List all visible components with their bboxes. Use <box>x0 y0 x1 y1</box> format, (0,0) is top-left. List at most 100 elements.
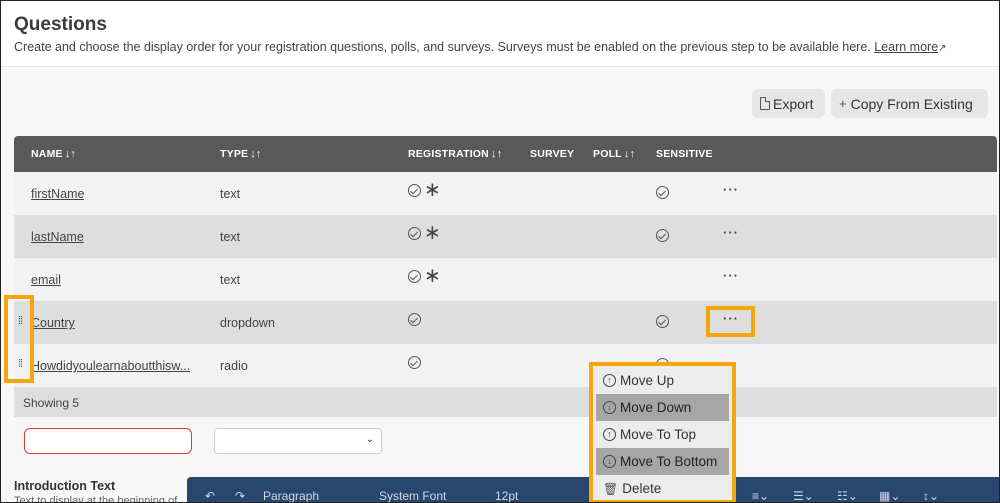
external-link-icon: ↗ <box>938 43 947 54</box>
subtitle-text: Create and choose the display order for … <box>14 40 871 54</box>
sensitive-cell <box>656 315 669 333</box>
name-filter-input[interactable] <box>24 428 192 454</box>
row-count-footer: Showing 5 <box>14 387 997 417</box>
trash-icon: 🗑 <box>603 481 619 496</box>
question-type: text <box>220 230 241 244</box>
registration-cell: ∗ <box>408 222 441 244</box>
column-name[interactable]: NAME ↓↑ <box>31 148 76 160</box>
redo-icon[interactable]: ↷ <box>235 489 245 502</box>
intro-text-description: Text to display at the beginning of <box>14 495 178 503</box>
column-type[interactable]: TYPE ↓↑ <box>220 148 262 160</box>
align-icon[interactable]: ≡⌄ <box>752 489 769 502</box>
page-subtitle: Create and choose the display order for … <box>14 40 948 54</box>
showing-count: Showing 5 <box>23 396 80 410</box>
sensitive-cell <box>656 186 669 204</box>
check-circle-icon <box>656 315 669 328</box>
delete-item[interactable]: 🗑 Delete <box>596 475 729 502</box>
column-survey-label: SURVEY <box>530 148 575 160</box>
move-up-item[interactable]: ↑ Move Up <box>596 367 729 394</box>
bullet-list-icon[interactable]: ☷⌄ <box>837 489 858 502</box>
table-row: firstName text ∗ ··· <box>14 172 997 215</box>
check-circle-icon <box>656 229 669 242</box>
table-row: ⁞⁞ Howdidyoulearnaboutthisw... radio <box>14 344 997 387</box>
check-circle-icon <box>656 186 669 199</box>
question-name-link[interactable]: firstName <box>31 187 84 201</box>
question-type: dropdown <box>220 316 275 330</box>
column-poll-label: POLL <box>593 148 622 160</box>
required-asterisk-icon: ∗ <box>424 222 441 244</box>
required-asterisk-icon: ∗ <box>424 179 441 201</box>
question-type: radio <box>220 359 248 373</box>
drag-handle-icon[interactable]: ⁞⁞ <box>18 315 23 327</box>
copy-label: Copy From Existing <box>850 95 973 112</box>
sensitive-cell <box>656 229 669 247</box>
paragraph-select[interactable]: Paragraph <box>263 489 319 502</box>
app-frame: Questions Create and choose the display … <box>0 0 1000 503</box>
line-height-icon[interactable]: ↕⌄ <box>923 489 939 502</box>
table-header: NAME ↓↑ TYPE ↓↑ REGISTRATION ↓↑ SURVEY POLL… <box>14 136 997 172</box>
export-label: Export <box>773 95 814 112</box>
drag-handle-icon[interactable]: ⁞⁞ <box>18 358 23 370</box>
sort-icon: ↓↑ <box>490 148 503 160</box>
page-header: Questions Create and choose the display … <box>1 1 999 67</box>
move-down-item[interactable]: ↓ Move Down <box>596 394 729 421</box>
table-icon[interactable]: ▦⌄ <box>879 489 900 502</box>
numbered-list-icon[interactable]: ☰⌄ <box>793 489 814 502</box>
learn-more-link[interactable]: Learn more <box>874 40 938 54</box>
more-actions-button[interactable]: ··· <box>723 225 739 240</box>
table-row: email text ∗ ··· <box>14 258 997 301</box>
check-circle-icon <box>408 356 421 369</box>
check-circle-icon <box>408 184 421 197</box>
undo-icon[interactable]: ↶ <box>205 489 215 502</box>
chevron-down-icon: ⌄ <box>365 434 374 445</box>
question-name-link[interactable]: lastName <box>31 230 84 244</box>
move-up-label: Move Up <box>620 373 675 388</box>
column-type-label: TYPE <box>220 148 249 160</box>
delete-label: Delete <box>622 481 662 496</box>
page-title: Questions <box>14 14 107 35</box>
more-actions-button[interactable]: ··· <box>723 182 739 197</box>
xls-file-icon <box>760 97 770 110</box>
move-to-top-label: Move To Top <box>620 427 697 442</box>
intro-text-title: Introduction Text <box>14 479 116 493</box>
type-filter-select[interactable]: ⌄ <box>214 428 382 454</box>
more-actions-button[interactable]: ··· <box>723 311 739 326</box>
column-registration[interactable]: REGISTRATION ↓↑ <box>408 148 502 160</box>
check-circle-icon <box>408 227 421 240</box>
column-sensitive: SENSITIVE <box>656 148 713 160</box>
registration-cell <box>408 313 421 326</box>
sort-icon: ↓↑ <box>250 148 262 160</box>
question-name-link[interactable]: Howdidyoulearnaboutthisw... <box>31 359 190 373</box>
column-registration-label: REGISTRATION <box>408 148 489 160</box>
question-name-link[interactable]: Country <box>31 316 75 330</box>
arrow-up-circle-icon: ↑ <box>603 428 616 441</box>
export-button[interactable]: Export <box>752 89 825 118</box>
question-type: text <box>220 273 241 287</box>
question-type: text <box>220 187 241 201</box>
column-poll[interactable]: POLL ↓↑ <box>593 148 635 160</box>
column-survey: SURVEY <box>530 148 574 160</box>
move-to-bottom-item[interactable]: ↓ Move To Bottom <box>596 448 729 475</box>
table-row: ⁞⁞ Country dropdown ··· <box>14 301 997 344</box>
arrow-down-circle-icon: ↓ <box>603 401 616 414</box>
move-down-label: Move Down <box>620 400 692 415</box>
move-to-top-item[interactable]: ↑ Move To Top <box>596 421 729 448</box>
table-row: lastName text ∗ ··· <box>14 215 997 258</box>
more-actions-button[interactable]: ··· <box>723 268 739 283</box>
registration-cell: ∗ <box>408 179 441 201</box>
check-circle-icon <box>408 313 421 326</box>
required-asterisk-icon: ∗ <box>424 265 441 287</box>
row-context-menu: ↑ Move Up ↓ Move Down ↑ Move To Top ↓ Mo… <box>593 366 732 502</box>
arrow-up-circle-icon: ↑ <box>603 374 616 387</box>
column-sensitive-label: SENSITIVE <box>656 148 713 160</box>
move-to-bottom-label: Move To Bottom <box>620 454 718 469</box>
arrow-down-circle-icon: ↓ <box>603 455 616 468</box>
font-size-select[interactable]: 12pt <box>495 489 518 502</box>
font-select[interactable]: System Font <box>379 489 446 502</box>
plus-icon: + <box>839 96 847 111</box>
sort-icon: ↓↑ <box>64 148 77 160</box>
copy-from-existing-button[interactable]: + Copy From Existing <box>831 89 988 118</box>
check-circle-icon <box>408 270 421 283</box>
question-name-link[interactable]: email <box>31 273 61 287</box>
registration-cell: ∗ <box>408 265 441 287</box>
